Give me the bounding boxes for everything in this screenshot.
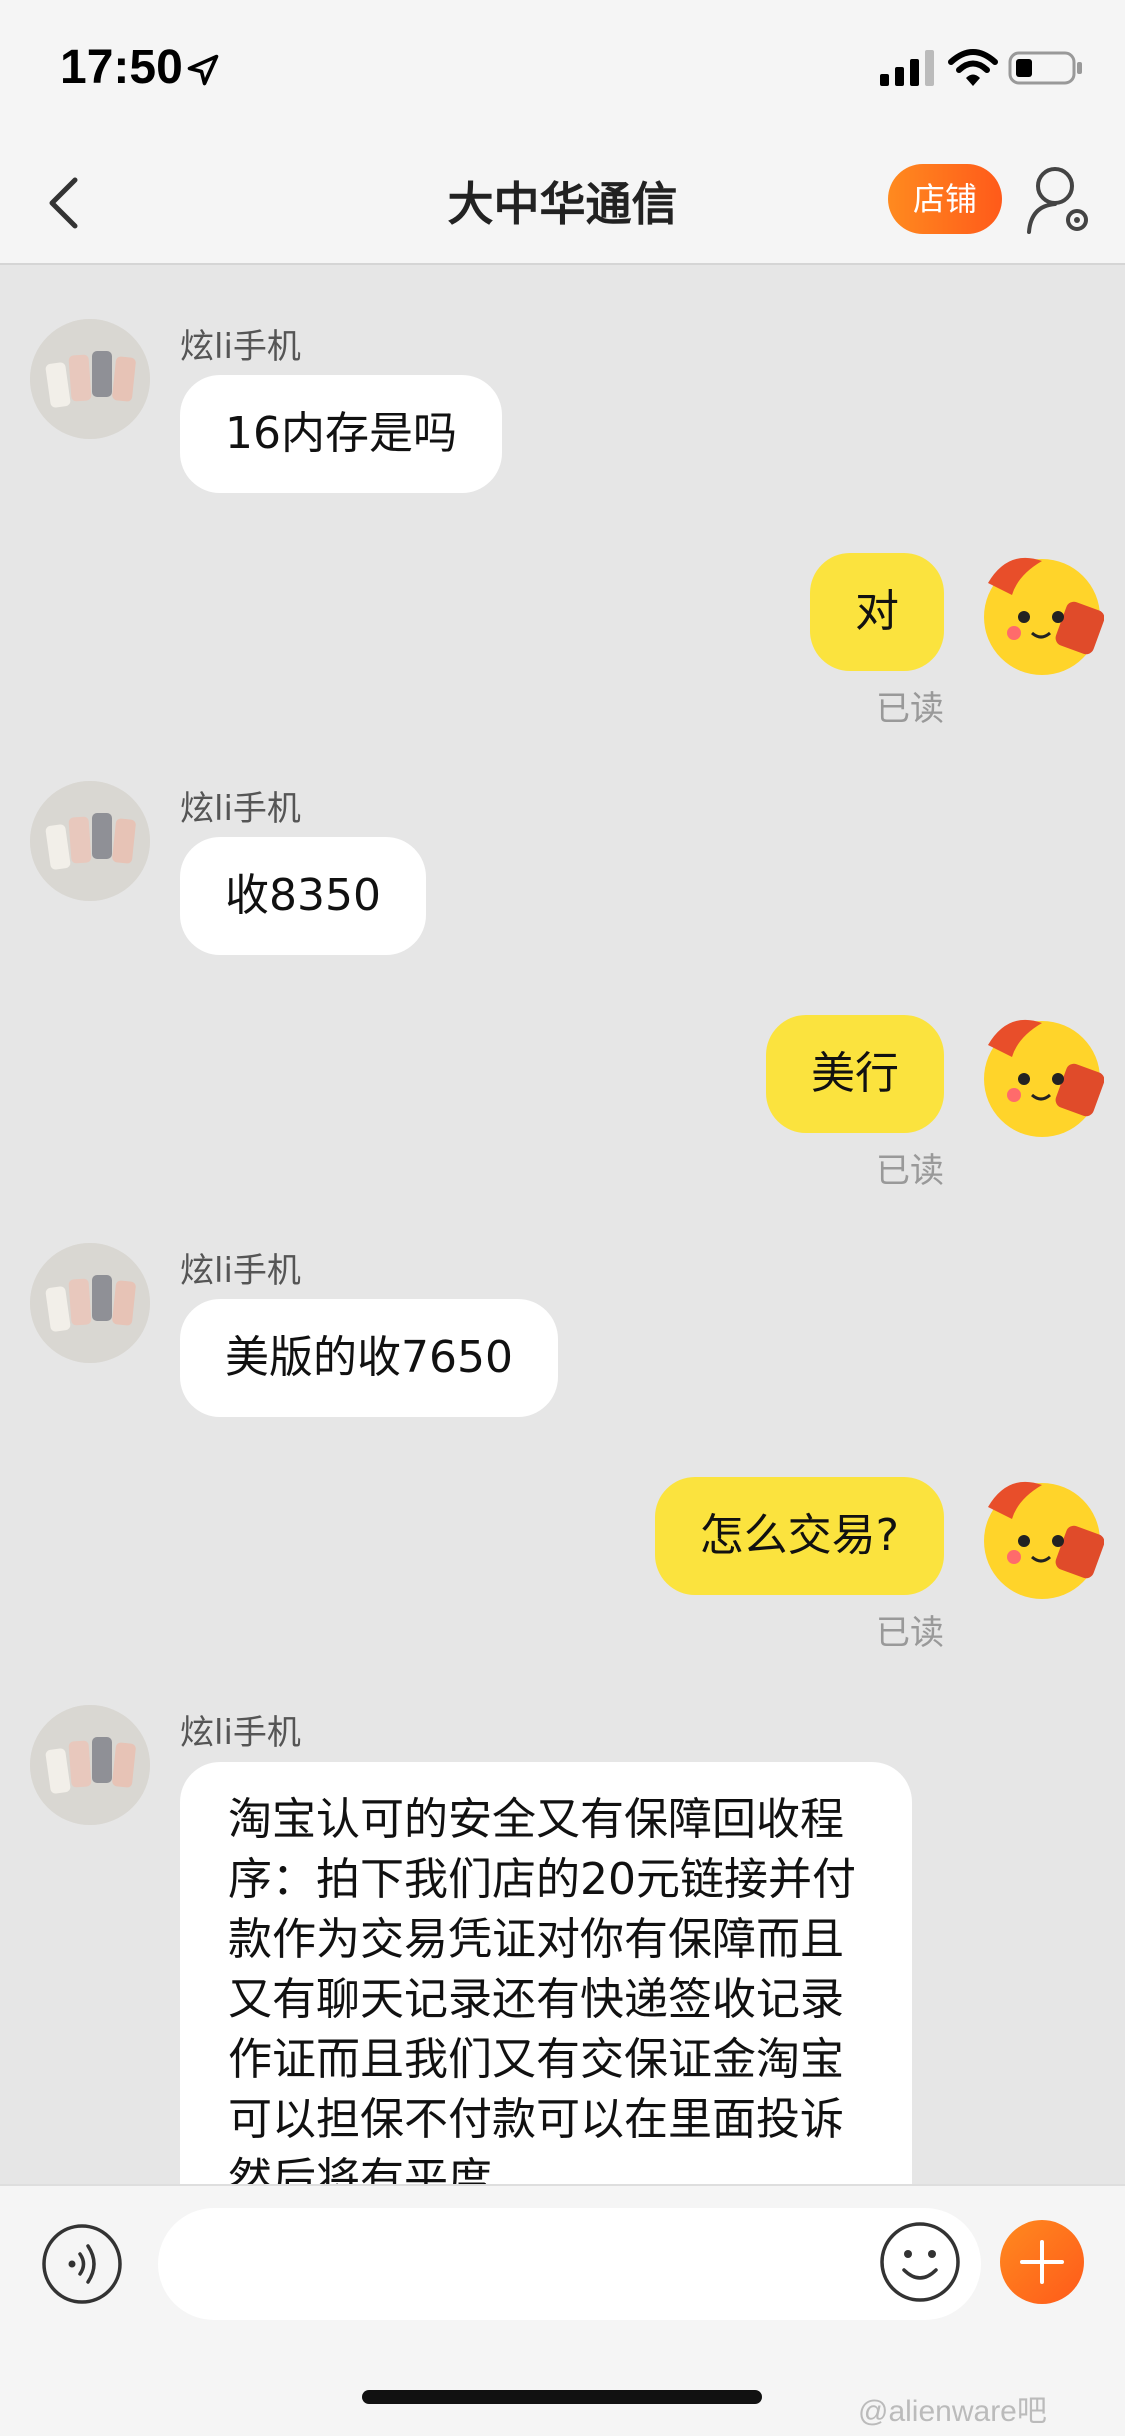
cellular-signal-icon xyxy=(880,50,934,86)
watermark: @alienware吧 xyxy=(858,2395,1047,2428)
status-time: 17:50 xyxy=(60,41,183,94)
phones-avatar-image xyxy=(30,1705,150,1825)
more-options-button[interactable] xyxy=(1000,2220,1084,2304)
plus-icon xyxy=(1020,2240,1064,2284)
navigation-bar: 大中华通信 店铺 xyxy=(0,140,1125,265)
sender-name: 炫li手机 xyxy=(180,789,301,829)
profile-settings-icon[interactable] xyxy=(1025,162,1095,238)
location-arrow-icon xyxy=(187,54,219,86)
shop-avatar[interactable] xyxy=(30,1705,150,1825)
phones-avatar-image xyxy=(30,1243,150,1363)
phones-avatar-image xyxy=(30,319,150,439)
phones-avatar-image xyxy=(30,781,150,901)
outgoing-message-bubble[interactable]: 对 xyxy=(810,553,944,671)
wifi-icon xyxy=(948,49,998,86)
incoming-message-bubble[interactable]: 美版的收7650 xyxy=(180,1299,558,1417)
sender-name: 炫li手机 xyxy=(180,1251,301,1291)
emoji-button[interactable] xyxy=(878,2220,962,2304)
message-input[interactable] xyxy=(158,2208,981,2320)
sender-name: 炫li手机 xyxy=(180,327,301,367)
read-status: 已读 xyxy=(876,689,944,729)
read-status: 已读 xyxy=(876,1151,944,1191)
user-avatar[interactable] xyxy=(968,1469,1104,1605)
outgoing-message-bubble[interactable]: 美行 xyxy=(766,1015,944,1133)
sender-name: 炫li手机 xyxy=(180,1713,301,1753)
incoming-message-bubble[interactable]: 淘宝认可的安全又有保障回收程序：拍下我们店的20元链接并付款作为交易凭证对你有保… xyxy=(180,1762,912,2184)
shop-avatar[interactable] xyxy=(30,319,150,439)
shop-button[interactable]: 店铺 xyxy=(888,164,1002,234)
shop-avatar[interactable] xyxy=(30,1243,150,1363)
user-avatar[interactable] xyxy=(968,545,1104,681)
outgoing-message-bubble[interactable]: 怎么交易? xyxy=(654,1477,944,1595)
chat-area[interactable]: 炫li手机 16内存是吗 对 已读 炫li手机 收8350 美行 已读 炫li手… xyxy=(0,267,1125,2184)
status-bar: 17:50 xyxy=(0,0,1125,140)
user-avatar[interactable] xyxy=(968,1007,1104,1143)
incoming-message-bubble[interactable]: 收8350 xyxy=(180,837,426,955)
shop-avatar[interactable] xyxy=(30,781,150,901)
incoming-message-bubble[interactable]: 16内存是吗 xyxy=(180,375,502,493)
home-indicator[interactable] xyxy=(362,2390,762,2404)
voice-input-button[interactable] xyxy=(40,2222,124,2306)
read-status: 已读 xyxy=(876,1613,944,1653)
battery-icon xyxy=(1008,51,1082,85)
